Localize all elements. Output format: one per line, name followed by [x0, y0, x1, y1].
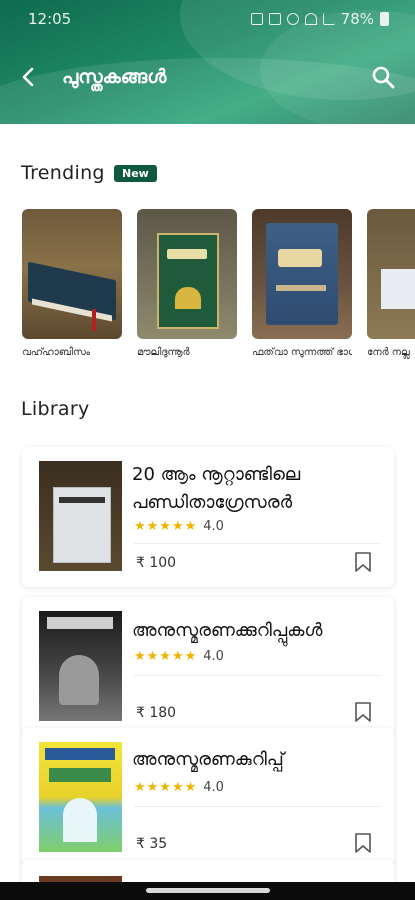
book-title: 20 ആം നൂറ്റാണ്ടിലെ പണ്ഡിതാഗ്രേസരർ	[132, 464, 301, 513]
trending-book-name: ഫത്‌വാ സുന്നത്ത് ഭാഗം |	[252, 347, 352, 358]
bookmark-icon	[355, 552, 371, 572]
library-book-card[interactable]: 20 ആം നൂറ്റാണ്ടിലെ പണ്ഡിതാഗ്രേസരർ ★★★★★ …	[22, 447, 394, 587]
library-book-card[interactable]: അനുസ്മരണക്കുറിപ്പുകൾ ★★★★★ 4.0 ₹ 180	[22, 597, 394, 737]
wifi-icon	[304, 13, 317, 25]
divider	[134, 543, 380, 544]
status-time: 12:05	[28, 10, 72, 28]
trending-book[interactable]: വഹ്ഹാബിസം	[22, 209, 122, 362]
status-bar: 12:05 78%	[0, 0, 415, 34]
book-cover	[367, 209, 415, 339]
book-cover	[39, 611, 122, 721]
book-cover	[137, 209, 237, 339]
library-title: Library	[21, 398, 90, 420]
star-rating-icon: ★★★★★	[134, 780, 198, 795]
search-button[interactable]	[368, 62, 398, 92]
book-price: ₹ 35	[136, 836, 168, 852]
book-rating: ★★★★★ 4.0	[134, 649, 224, 664]
trending-book[interactable]: നേർ നല്ല	[367, 209, 415, 362]
notification-icon	[250, 13, 263, 25]
bookmark-icon	[355, 833, 371, 853]
trending-book[interactable]: മൗലിദുന്നൂർ	[137, 209, 237, 362]
battery-percent: 78%	[340, 10, 374, 28]
star-rating-icon: ★★★★★	[134, 519, 198, 534]
divider	[134, 806, 380, 807]
page-title: പുസ്തകങ്ങൾ	[62, 66, 167, 88]
back-button[interactable]	[16, 62, 44, 92]
book-cover	[22, 209, 122, 339]
new-badge: New	[114, 165, 157, 182]
rating-value: 4.0	[203, 649, 224, 664]
arrow-left-icon	[22, 67, 34, 87]
bookmark-button[interactable]	[354, 551, 372, 573]
bookmark-icon	[355, 702, 371, 722]
book-cover	[252, 209, 352, 339]
signal-icon	[322, 13, 335, 25]
system-nav-bar	[0, 882, 415, 900]
library-book-card[interactable]: അനുസ്മരണകുറിപ്പ് ★★★★★ 4.0 ₹ 35	[22, 728, 394, 868]
notification-icon	[268, 13, 281, 25]
status-icons: 78%	[250, 10, 389, 28]
book-price: ₹ 100	[136, 555, 177, 571]
book-cover	[39, 742, 122, 852]
mute-icon	[286, 13, 299, 25]
bookmark-button[interactable]	[354, 701, 372, 723]
trending-book[interactable]: ഫത്‌വാ സുന്നത്ത് ഭാഗം |	[252, 209, 352, 362]
book-rating: ★★★★★ 4.0	[134, 780, 224, 795]
search-icon	[372, 66, 395, 89]
battery-icon	[380, 12, 389, 26]
trending-book-name: മൗലിദുന്നൂർ	[137, 347, 190, 358]
book-title: അനുസ്മരണകുറിപ്പ്	[132, 749, 284, 770]
book-rating: ★★★★★ 4.0	[134, 519, 224, 534]
book-cover	[39, 461, 122, 571]
rating-value: 4.0	[203, 519, 224, 534]
bookmark-button[interactable]	[354, 832, 372, 854]
trending-book-name: വഹ്ഹാബിസം	[22, 347, 90, 358]
home-handle[interactable]	[146, 888, 270, 893]
book-title: അനുസ്മരണക്കുറിപ്പുകൾ	[132, 620, 323, 641]
book-price: ₹ 180	[136, 705, 177, 721]
trending-title: Trending	[21, 162, 105, 184]
trending-book-name: നേർ നല്ല	[367, 347, 410, 358]
star-rating-icon: ★★★★★	[134, 649, 198, 664]
rating-value: 4.0	[203, 780, 224, 795]
divider	[134, 675, 380, 676]
